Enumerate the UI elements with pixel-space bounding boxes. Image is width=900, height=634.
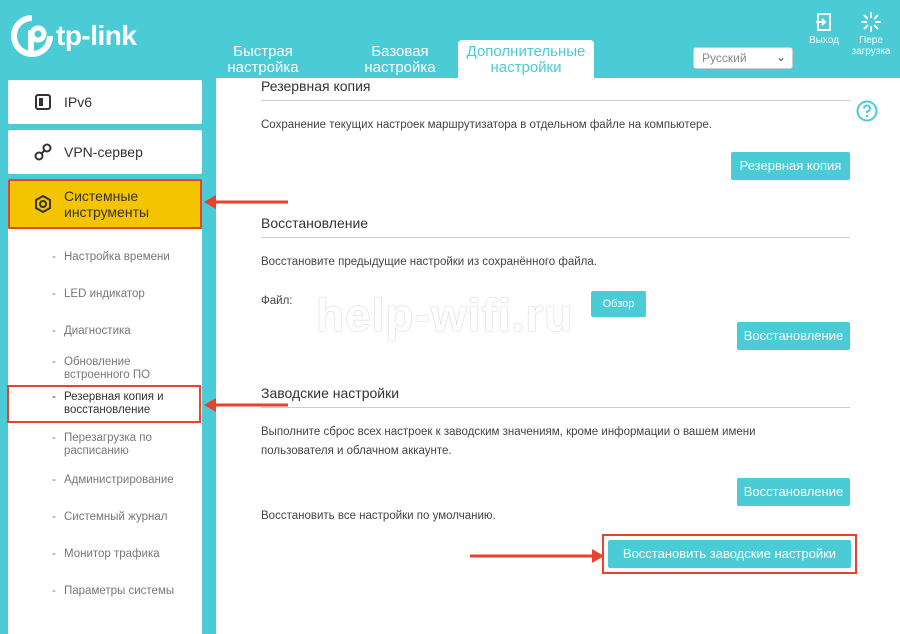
- submenu-item-time-settings[interactable]: - Настройка времени: [8, 251, 202, 264]
- submenu-item-system-log[interactable]: - Системный журнал: [8, 511, 202, 524]
- file-label: Файл:: [261, 295, 293, 307]
- watermark: help-wifi.ru: [316, 289, 574, 341]
- vpn-icon: [34, 143, 52, 161]
- restore-factory-settings-button[interactable]: Восстановить заводские настройки: [608, 540, 851, 568]
- submenu-item-system-parameters[interactable]: - Параметры системы: [8, 585, 202, 598]
- reboot-icon: [861, 12, 881, 32]
- annotation-arrow-icon: [204, 398, 288, 412]
- backup-button[interactable]: Резервная копия: [731, 152, 850, 180]
- system-tools-icon: [35, 195, 51, 213]
- factory-reset-highlight: Восстановить заводские настройки: [602, 534, 857, 574]
- sidebar-item-label: Системные инструменты: [64, 188, 150, 220]
- sidebar: IPv6 VPN-сервер Системные инструменты -Н…: [0, 78, 216, 634]
- chevron-down-icon: ⌄: [775, 50, 786, 64]
- annotation-arrow-icon: [470, 549, 604, 563]
- annotation-arrow-icon: [204, 195, 288, 209]
- help-icon[interactable]: [856, 100, 878, 122]
- tab-basic-setup[interactable]: Базовая настройка: [355, 44, 445, 76]
- browse-button[interactable]: Обзор: [591, 291, 646, 317]
- submenu-item-traffic-monitor[interactable]: - Монитор трафика: [8, 548, 202, 561]
- tp-link-logo: tp-link: [10, 14, 137, 58]
- logout-label: Выход: [809, 35, 839, 46]
- divider: [261, 100, 850, 101]
- backup-description: Сохранение текущих настроек маршрутизато…: [261, 119, 712, 131]
- language-select[interactable]: Русский ⌄: [693, 47, 793, 69]
- submenu-item-led[interactable]: - LED индикатор: [8, 288, 202, 301]
- sidebar-item-label: IPv6: [64, 94, 93, 110]
- logout-icon: [816, 13, 831, 31]
- reboot-button[interactable]: Пере загрузка: [848, 12, 894, 57]
- language-value: Русский: [702, 51, 747, 65]
- submenu-item-diagnostics[interactable]: - Диагностика: [8, 325, 202, 338]
- sidebar-item-system-tools[interactable]: Системные инструменты: [8, 179, 202, 229]
- factory-restore-button[interactable]: Восстановление: [737, 478, 850, 506]
- submenu-item-administration[interactable]: - Администрирование: [8, 474, 202, 487]
- submenu-item-scheduled-reboot[interactable]: - Перезагрузка по расписанию: [8, 432, 202, 458]
- tp-link-logo-icon: [11, 15, 53, 57]
- divider: [261, 237, 850, 238]
- restore-description: Восстановите предыдущие настройки из сох…: [261, 256, 597, 268]
- backup-section-title: Резервная копия: [261, 78, 371, 94]
- logout-button[interactable]: Выход: [806, 12, 842, 46]
- sidebar-item-vpn-server[interactable]: VPN-сервер: [8, 130, 202, 174]
- factory-description: Выполните сброс всех настроек к заводски…: [261, 426, 756, 457]
- restore-section-title: Восстановление: [261, 215, 369, 231]
- submenu-item-backup-restore[interactable]: - Резервная копия и восстановление: [7, 385, 201, 423]
- reboot-label: Пере загрузка: [851, 35, 891, 57]
- tab-advanced-settings[interactable]: Дополнительные настройки: [458, 40, 594, 80]
- logo-text: tp-link: [56, 20, 137, 51]
- submenu-item-firmware-update[interactable]: - Обновление встроенного ПО: [8, 356, 202, 382]
- sidebar-item-label: VPN-сервер: [64, 144, 143, 160]
- sidebar-submenu: - Настройка времени - LED индикатор - Диагн…: [7, 229, 202, 634]
- restore-button[interactable]: Восстановление: [737, 322, 850, 350]
- tab-quick-setup[interactable]: Быстрая настройка: [218, 44, 308, 76]
- sidebar-item-ipv6[interactable]: IPv6: [8, 80, 202, 124]
- restore-defaults-text: Восстановить все настройки по умолчанию.: [261, 510, 496, 522]
- divider: [261, 407, 850, 408]
- ipv6-icon: [35, 94, 51, 110]
